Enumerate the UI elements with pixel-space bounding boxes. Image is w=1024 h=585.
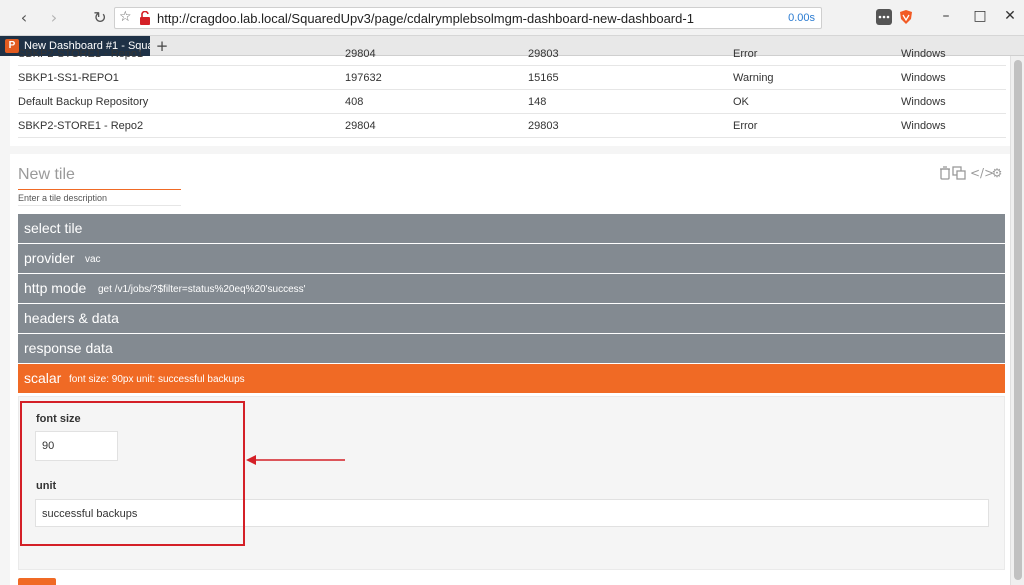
- repo-free: 29803: [528, 48, 559, 60]
- load-time: 0.00s: [788, 12, 815, 24]
- section-label: response data: [24, 340, 113, 356]
- section-response-data[interactable]: response data: [18, 334, 1005, 363]
- save-button[interactable]: [18, 578, 56, 585]
- code-icon[interactable]: </>: [970, 166, 994, 180]
- table-row: Default Backup Repository 408 148 OK Win…: [18, 90, 1006, 114]
- repo-name: Default Backup Repository: [18, 96, 149, 108]
- close-icon: ✕: [1004, 8, 1016, 24]
- section-select-tile[interactable]: select tile: [18, 214, 1005, 243]
- repo-status: Error: [733, 120, 758, 132]
- section-provider[interactable]: provider vac: [18, 244, 1005, 273]
- repo-name: SBKP2-STORE1 - Repo2: [18, 120, 144, 132]
- reload-button[interactable]: ↻: [90, 8, 110, 28]
- section-detail: vac: [85, 254, 101, 265]
- annotation-highlight-box: [20, 401, 245, 546]
- trash-icon[interactable]: [938, 166, 952, 180]
- minimize-button[interactable]: –: [936, 6, 956, 26]
- repo-type: Windows: [901, 72, 946, 84]
- repo-type: Windows: [901, 48, 946, 60]
- section-headers-data[interactable]: headers & data: [18, 304, 1005, 333]
- repository-table: SBKP2-STORE1 - Repo1 29804 29803 Error W…: [10, 48, 1010, 146]
- arrow-right-icon: ›: [50, 8, 58, 27]
- maximize-icon: □: [973, 8, 987, 24]
- reload-icon: ↻: [93, 8, 107, 27]
- url-text: http://cragdoo.lab.local/SquaredUpv3/pag…: [157, 11, 694, 26]
- address-bar[interactable]: ☆ http://cragdoo.lab.local/SquaredUpv3/p…: [114, 7, 822, 29]
- minimize-icon: –: [942, 8, 950, 24]
- maximize-button[interactable]: □: [970, 6, 990, 26]
- broken-lock-icon: [140, 11, 150, 25]
- repo-name: SBKP1-SS1-REPO1: [18, 72, 119, 84]
- arrow-left-icon: ‹: [20, 8, 28, 27]
- repo-name: SBKP2-STORE1 - Repo1: [18, 48, 144, 60]
- table-row: SBKP2-STORE1 - Repo1 29804 29803 Error W…: [18, 42, 1006, 66]
- browser-toolbar: ‹ › ↻ ☆ http://cragdoo.lab.local/Squared…: [0, 0, 1024, 36]
- tile-description-input[interactable]: Enter a tile description: [18, 193, 181, 206]
- section-label: http mode: [24, 280, 87, 296]
- forward-button[interactable]: ›: [44, 8, 64, 28]
- repo-status: Error: [733, 48, 758, 60]
- close-window-button[interactable]: ✕: [1000, 6, 1020, 26]
- table-row: SBKP1-SS1-REPO1 197632 15165 Warning Win…: [18, 66, 1006, 90]
- repo-type: Windows: [901, 120, 946, 132]
- repo-free: 29803: [528, 120, 559, 132]
- repo-free: 15165: [528, 72, 559, 84]
- repo-capacity: 29804: [345, 120, 376, 132]
- lion-shield-icon[interactable]: [898, 9, 914, 25]
- squaredup-logo-icon: P: [5, 39, 19, 53]
- section-label: select tile: [24, 220, 83, 236]
- star-icon[interactable]: ☆: [119, 9, 132, 25]
- gear-icon[interactable]: ⚙: [990, 166, 1004, 180]
- copy-icon[interactable]: [952, 166, 966, 180]
- ellipsis-icon[interactable]: [876, 9, 892, 25]
- annotation-arrow-icon: [246, 455, 345, 465]
- repo-capacity: 197632: [345, 72, 382, 84]
- repo-free: 148: [528, 96, 547, 108]
- back-button[interactable]: ‹: [14, 8, 34, 28]
- section-http-mode[interactable]: http mode get /v1/jobs/?$filter=status%2…: [18, 274, 1005, 303]
- section-scalar[interactable]: scalar font size: 90px unit: successful …: [18, 364, 1005, 393]
- tile-title-input[interactable]: New tile: [18, 166, 181, 190]
- section-detail: get /v1/jobs/?$filter=status%20eq%20'suc…: [98, 284, 306, 295]
- section-label: headers & data: [24, 310, 119, 326]
- section-label: scalar: [24, 370, 62, 386]
- section-detail: font size: 90px unit: successful backups: [69, 374, 245, 385]
- page-scrollbar[interactable]: [1010, 56, 1024, 585]
- section-label: provider: [24, 250, 75, 266]
- repo-capacity: 408: [345, 96, 364, 108]
- repo-capacity: 29804: [345, 48, 376, 60]
- scrollbar-thumb[interactable]: [1014, 60, 1022, 580]
- repo-status: OK: [733, 96, 749, 108]
- table-row: SBKP2-STORE1 - Repo2 29804 29803 Error W…: [18, 114, 1006, 138]
- repo-type: Windows: [901, 96, 946, 108]
- repo-status: Warning: [733, 72, 774, 84]
